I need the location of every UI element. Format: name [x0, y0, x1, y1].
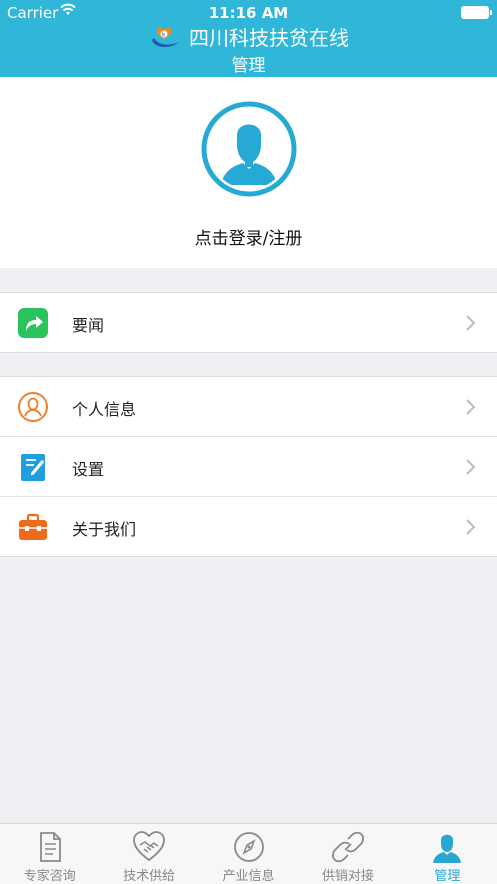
- tab-industry-info[interactable]: 产业信息: [199, 824, 298, 884]
- tab-label: 技术供给: [123, 869, 176, 884]
- tab-label: 专家咨询: [23, 869, 76, 884]
- menu-group-account: 个人信息 设置 关于我们: [0, 376, 497, 557]
- chevron-right-icon: [466, 459, 476, 475]
- tab-tech-supply[interactable]: 技术供给: [99, 824, 198, 884]
- page-title: 管理: [231, 56, 266, 76]
- compass-icon: [233, 832, 264, 862]
- menu-item-about-us[interactable]: 关于我们: [0, 496, 497, 556]
- battery-icon: [461, 6, 492, 19]
- tab-label: 管理: [434, 869, 461, 884]
- link-icon: [331, 831, 364, 863]
- menu-item-label: 关于我们: [72, 520, 137, 539]
- tab-label: 供销对接: [321, 869, 374, 884]
- tab-expert-consult[interactable]: 专家咨询: [0, 824, 99, 884]
- menu-item-settings[interactable]: 设置: [0, 436, 497, 496]
- menu-group-news: 要闻: [0, 292, 497, 353]
- share-arrow-icon: [18, 308, 48, 338]
- chevron-right-icon: [466, 315, 476, 331]
- app-title: 四川科技扶贫在线: [189, 26, 350, 50]
- navigation-header: Carrier 11:16 AM k 四川科技扶贫在线 管理: [0, 0, 497, 77]
- login-register-link[interactable]: 点击登录/注册: [0, 224, 497, 249]
- chevron-right-icon: [466, 519, 476, 535]
- menu-item-label: 要闻: [72, 316, 105, 335]
- avatar-icon[interactable]: [201, 101, 297, 197]
- profile-section[interactable]: 点击登录/注册: [0, 77, 497, 268]
- chevron-right-icon: [466, 399, 476, 415]
- handshake-heart-icon: [133, 831, 166, 862]
- menu-item-label: 个人信息: [72, 400, 137, 419]
- edit-note-icon: [21, 454, 46, 481]
- menu-item-label: 设置: [72, 460, 105, 479]
- clock: 11:16 AM: [208, 4, 289, 22]
- tab-bar: 专家咨询 技术供给 产业信息 供销对接 管理: [0, 823, 497, 884]
- status-bar: Carrier 11:16 AM: [0, 0, 497, 24]
- tab-manage[interactable]: 管理: [398, 824, 497, 884]
- toolbox-icon: [19, 513, 47, 540]
- person-icon: [433, 834, 462, 863]
- tab-supply-marketing[interactable]: 供销对接: [298, 824, 397, 884]
- person-circle-icon: [18, 392, 48, 422]
- app-title-row: k 四川科技扶贫在线: [0, 22, 497, 52]
- menu-item-personal-info[interactable]: 个人信息: [0, 377, 497, 436]
- document-icon: [39, 832, 61, 862]
- menu-item-news[interactable]: 要闻: [0, 293, 497, 352]
- tab-label: 产业信息: [222, 869, 275, 884]
- svg-text:k: k: [162, 31, 166, 38]
- app-logo-icon: k: [151, 27, 179, 47]
